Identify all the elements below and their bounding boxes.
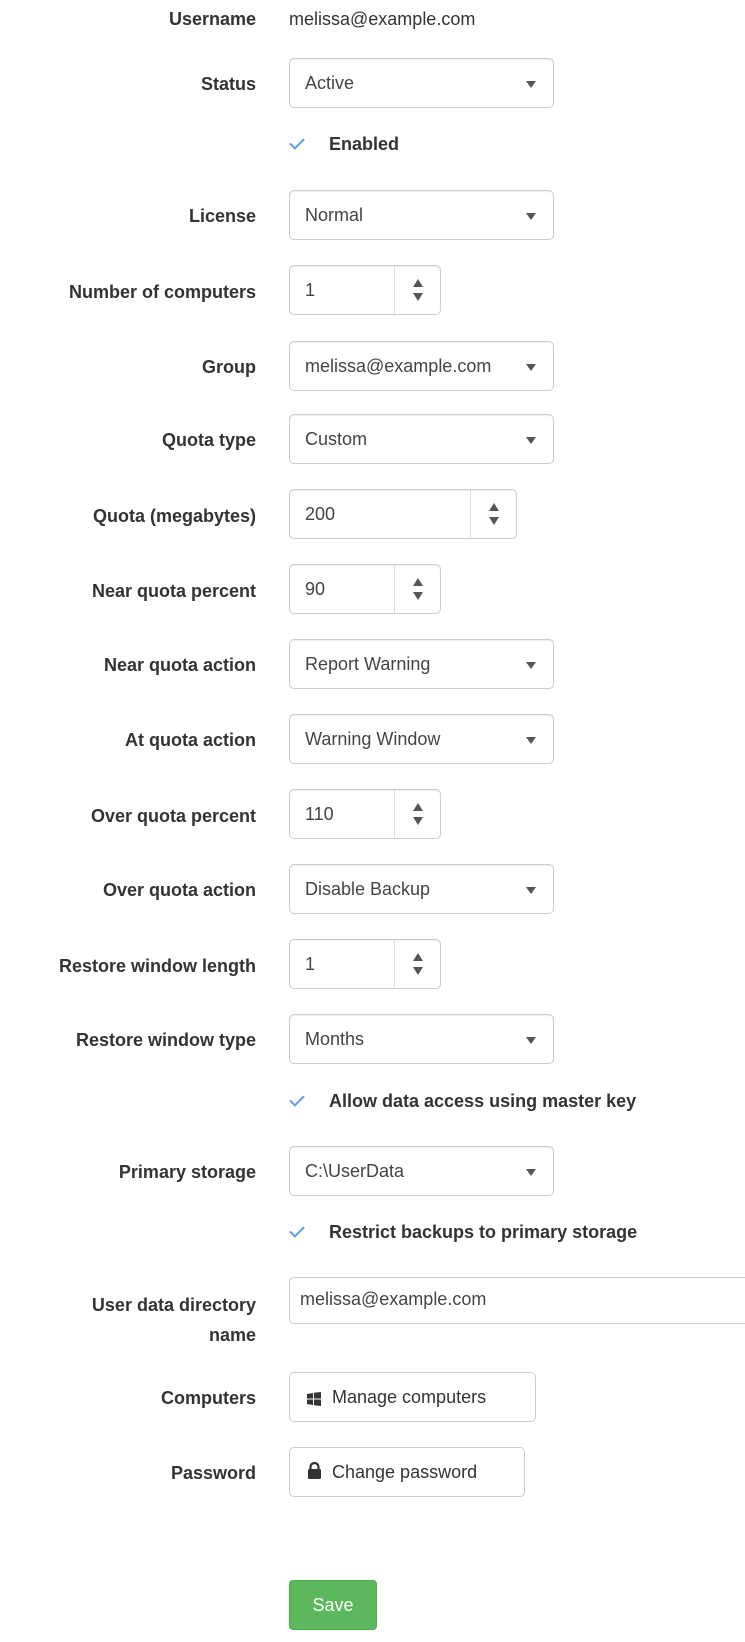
over-quota-action-select[interactable]: Disable Backup [289,864,554,914]
status-label: Status [200,74,256,94]
group-label: Group [202,357,256,377]
restore-window-length-stepper[interactable]: 1 [289,939,441,989]
near-quota-percent-stepper[interactable]: 90 [289,564,441,614]
num-computers-stepper[interactable]: 1 [289,265,441,315]
restore-window-type-select[interactable]: Months [289,1014,554,1064]
over-quota-action-label: Over quota action [102,880,256,900]
restrict-backups-label: Restrict backups to primary storage [329,1222,638,1242]
over-quota-percent-stepper[interactable]: 110 [289,789,441,839]
manage-computers-button[interactable]: Manage computers [289,1372,536,1422]
windows-icon [307,1389,321,1406]
arrow-down-icon[interactable] [413,817,423,825]
near-quota-percent-value: 90 [305,579,326,599]
restore-window-length-value: 1 [305,954,316,974]
at-quota-action-select[interactable]: Warning Window [289,714,554,764]
over-quota-percent-value: 110 [305,804,334,824]
chevron-down-icon [526,1169,536,1176]
status-value: Active [305,73,355,93]
save-button[interactable]: Save [289,1580,377,1630]
stepper-arrows[interactable] [394,565,440,613]
user-data-dir-label-line2: name [208,1325,256,1345]
password-label: Password [170,1463,256,1483]
over-quota-action-value: Disable Backup [305,879,431,899]
restore-window-type-value: Months [305,1029,365,1049]
user-data-dir-input[interactable]: melissa@example.com [289,1277,745,1324]
chevron-down-icon [526,887,536,894]
stepper-arrows[interactable] [394,940,440,988]
chevron-down-icon [526,213,536,220]
quota-mb-stepper[interactable]: 200 [289,489,517,539]
enabled-label: Enabled [329,134,400,154]
arrow-down-icon[interactable] [413,592,423,600]
username-value: melissa@example.com [289,9,476,29]
stepper-arrows[interactable] [394,790,440,838]
license-select[interactable]: Normal [289,190,554,240]
arrow-down-icon[interactable] [489,517,499,525]
primary-storage-label: Primary storage [118,1162,256,1182]
num-computers-value: 1 [305,280,316,300]
arrow-up-icon[interactable] [489,503,499,511]
chevron-down-icon [526,437,536,444]
username-label: Username [168,9,256,29]
quota-type-value: Custom [305,429,368,449]
chevron-down-icon [526,662,536,669]
manage-computers-label: Manage computers [332,1387,487,1407]
primary-storage-select[interactable]: C:\UserData [289,1146,554,1196]
at-quota-action-value: Warning Window [305,729,441,749]
chevron-down-icon [526,364,536,371]
quota-mb-label: Quota (megabytes) [92,506,256,526]
change-password-label: Change password [332,1462,478,1482]
lock-icon [307,1461,321,1479]
quota-mb-value: 200 [305,504,336,524]
near-quota-action-select[interactable]: Report Warning [289,639,554,689]
near-quota-action-value: Report Warning [305,654,431,674]
chevron-down-icon [526,737,536,744]
quota-type-label: Quota type [161,430,256,450]
arrow-up-icon[interactable] [413,953,423,961]
checkmark-icon [287,1222,307,1242]
checkmark-icon [287,134,307,154]
checkmark-icon [287,1091,307,1111]
status-select[interactable]: Active [289,58,554,108]
stepper-arrows[interactable] [470,490,516,538]
license-value: Normal [305,205,364,225]
over-quota-percent-label: Over quota percent [90,806,256,826]
num-computers-label: Number of computers [68,282,256,302]
user-data-dir-value: melissa@example.com [300,1289,487,1309]
near-quota-action-label: Near quota action [103,655,256,675]
quota-type-select[interactable]: Custom [289,414,554,464]
primary-storage-value: C:\UserData [305,1161,405,1181]
arrow-up-icon[interactable] [413,803,423,811]
restore-window-type-label: Restore window type [75,1030,256,1050]
allow-master-key-label: Allow data access using master key [329,1091,637,1111]
arrow-down-icon[interactable] [413,293,423,301]
stepper-arrows[interactable] [394,266,440,314]
user-data-dir-label-line1: User data directory [91,1295,256,1315]
arrow-down-icon[interactable] [413,967,423,975]
arrow-up-icon[interactable] [413,578,423,586]
computers-label: Computers [160,1388,256,1408]
arrow-up-icon[interactable] [413,279,423,287]
license-label: License [188,206,256,226]
at-quota-action-label: At quota action [125,730,256,750]
change-password-button[interactable]: Change password [289,1447,525,1497]
chevron-down-icon [526,1037,536,1044]
group-value: melissa@example.com [305,356,492,376]
group-select[interactable]: melissa@example.com [289,341,554,391]
chevron-down-icon [526,81,536,88]
near-quota-percent-label: Near quota percent [91,581,256,601]
restore-window-length-label: Restore window length [58,956,256,976]
